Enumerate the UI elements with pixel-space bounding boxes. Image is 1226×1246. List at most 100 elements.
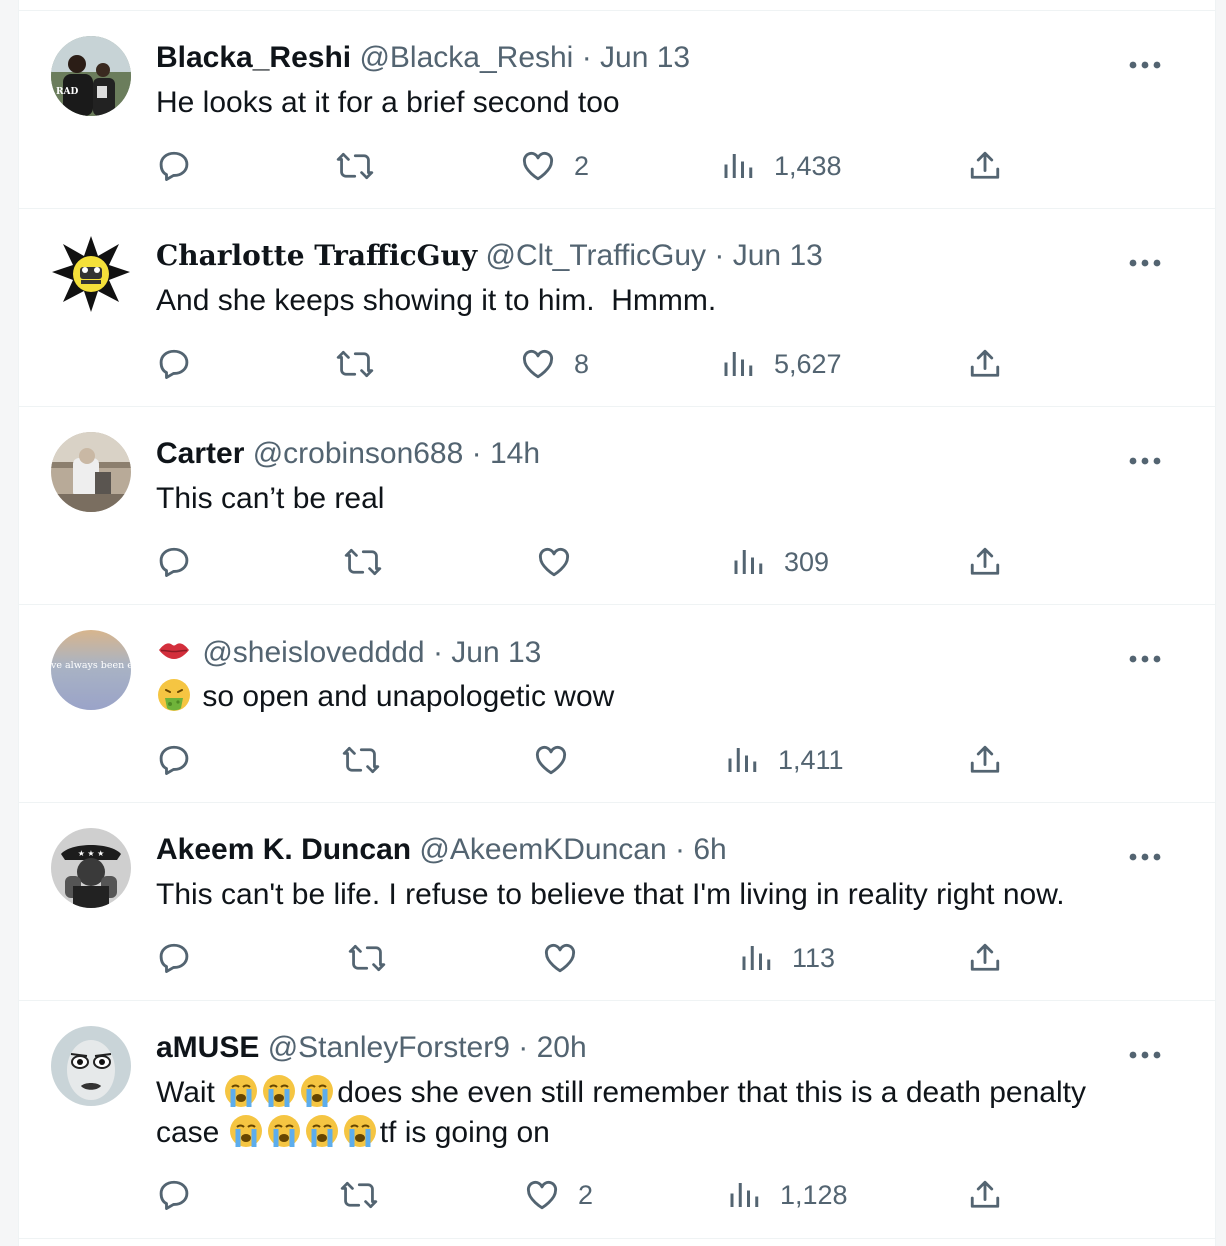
reply-tweet[interactable]: Charlotte TrafficGuy @Clt_TrafficGuy · J… <box>19 209 1215 407</box>
handle[interactable]: @Blacka_Reshi <box>359 41 573 74</box>
reply-button[interactable] <box>156 542 192 582</box>
views-icon <box>728 748 757 772</box>
separator: · <box>518 1031 529 1064</box>
reply-tweet[interactable]: RAD Blacka_Reshi @Blacka_Reshi · Jun 13 … <box>19 11 1215 209</box>
more-options-icon[interactable] <box>1125 441 1165 481</box>
avatar[interactable] <box>51 432 131 512</box>
separator: · <box>432 636 443 669</box>
tweet-text: This can't be life. I refuse to believe … <box>156 878 1065 911</box>
reply-button[interactable] <box>156 344 192 384</box>
handle[interactable]: @crobinson688 <box>253 437 464 470</box>
heart-icon <box>526 1180 558 1210</box>
tweet-header: Blacka_Reshi @Blacka_Reshi · Jun 13 <box>156 39 690 77</box>
separator: · <box>581 41 592 74</box>
reply-icon <box>159 943 189 973</box>
retweet-button[interactable] <box>344 542 382 582</box>
views-button[interactable]: 1,128 <box>726 1175 848 1215</box>
view-count: 113 <box>792 942 836 973</box>
action-bar: 309 <box>156 542 1036 582</box>
share-icon <box>970 745 1000 773</box>
retweet-button[interactable] <box>340 1175 378 1215</box>
reply-button[interactable] <box>156 740 192 780</box>
like-button[interactable]: 2 <box>524 1175 593 1215</box>
avatar[interactable]: RAD <box>51 36 131 116</box>
loudly-crying-face-icon <box>225 1075 258 1107</box>
share-icon <box>970 547 1000 575</box>
retweet-button[interactable] <box>348 938 386 978</box>
timestamp[interactable]: 20h <box>537 1031 587 1064</box>
view-count: 1,128 <box>780 1179 848 1210</box>
share-button[interactable] <box>967 344 1003 384</box>
timestamp[interactable]: Jun 13 <box>600 41 690 74</box>
reply-tweet[interactable]: Carter @crobinson688 · 14h This can’t be… <box>19 407 1215 605</box>
kiss-mark-icon <box>159 643 189 659</box>
display-name[interactable]: Akeem K. Duncan <box>156 833 411 866</box>
more-options-icon[interactable] <box>1125 243 1165 283</box>
reply-button[interactable] <box>156 938 192 978</box>
timestamp[interactable]: 6h <box>693 833 726 866</box>
loudly-crying-face-icon <box>343 1115 376 1147</box>
display-name[interactable]: aMUSE <box>156 1031 259 1064</box>
avatar[interactable]: you have always been enough <box>51 630 131 710</box>
like-count: 2 <box>574 150 590 181</box>
action-bar: 113 <box>156 938 1036 978</box>
share-button[interactable] <box>967 146 1003 186</box>
avatar[interactable] <box>51 1026 131 1106</box>
action-bar: 1,411 <box>156 740 1036 780</box>
share-button[interactable] <box>967 1175 1003 1215</box>
svg-text:★ ★ ★: ★ ★ ★ <box>78 849 105 858</box>
reply-button[interactable] <box>156 146 192 186</box>
action-bar: 2 1,438 <box>156 146 1036 186</box>
views-icon <box>730 1183 759 1207</box>
display-name[interactable]: Charlotte TrafficGuy <box>156 239 477 272</box>
share-icon <box>970 943 1000 971</box>
views-button[interactable]: 1,438 <box>720 146 842 186</box>
more-options-icon[interactable] <box>1125 837 1165 877</box>
more-options-icon[interactable] <box>1125 45 1165 85</box>
views-button[interactable]: 1,411 <box>724 740 844 780</box>
vomiting-face-icon <box>158 679 190 711</box>
tweet-header: Charlotte TrafficGuy @Clt_TrafficGuy · J… <box>156 237 823 275</box>
more-options-icon[interactable] <box>1125 639 1165 679</box>
share-button[interactable] <box>967 542 1003 582</box>
avatar[interactable] <box>51 234 131 314</box>
reply-tweet[interactable]: aMUSE @StanleyForster9 · 20h Wait does s… <box>19 1001 1215 1239</box>
retweet-button[interactable] <box>336 344 374 384</box>
handle[interactable]: @Clt_TrafficGuy <box>486 239 707 272</box>
loudly-crying-face-icon <box>301 1075 334 1107</box>
share-button[interactable] <box>967 938 1003 978</box>
reply-tweet[interactable]: you have always been enough @sheislovedd… <box>19 605 1215 803</box>
like-button[interactable] <box>542 938 596 978</box>
like-button[interactable] <box>536 542 590 582</box>
like-button[interactable]: 2 <box>520 146 589 186</box>
views-button[interactable]: 309 <box>730 542 829 582</box>
timestamp[interactable]: Jun 13 <box>733 239 823 272</box>
reply-icon <box>159 547 189 577</box>
handle[interactable]: @StanleyForster9 <box>268 1031 510 1064</box>
handle[interactable]: @sheislovedddd <box>202 636 424 669</box>
reply-icon <box>159 349 189 379</box>
like-button[interactable]: 8 <box>520 344 589 384</box>
display-name[interactable]: Blacka_Reshi <box>156 41 351 74</box>
view-count: 1,411 <box>778 744 844 775</box>
more-options-icon[interactable] <box>1125 1035 1165 1075</box>
avatar-logo-text: RAD <box>56 87 78 97</box>
reply-icon <box>159 151 189 181</box>
separator: · <box>471 437 482 470</box>
views-button[interactable]: 5,627 <box>720 344 842 384</box>
like-button[interactable] <box>533 740 587 780</box>
heart-icon <box>522 151 554 181</box>
avatar[interactable]: ★ ★ ★ <box>51 828 131 908</box>
handle[interactable]: @AkeemKDuncan <box>419 833 666 866</box>
retweet-button[interactable] <box>342 740 380 780</box>
separator: · <box>714 239 725 272</box>
share-button[interactable] <box>967 740 1003 780</box>
retweet-button[interactable] <box>336 146 374 186</box>
reply-tweet[interactable]: ★ ★ ★ Akeem K. Duncan @AkeemKDuncan · 6h… <box>19 803 1215 1001</box>
reply-button[interactable] <box>156 1175 192 1215</box>
action-bar: 2 1,128 <box>156 1175 1036 1215</box>
timestamp[interactable]: Jun 13 <box>451 636 541 669</box>
timestamp[interactable]: 14h <box>490 437 540 470</box>
views-button[interactable]: 113 <box>738 938 835 978</box>
display-name[interactable]: Carter <box>156 437 244 470</box>
